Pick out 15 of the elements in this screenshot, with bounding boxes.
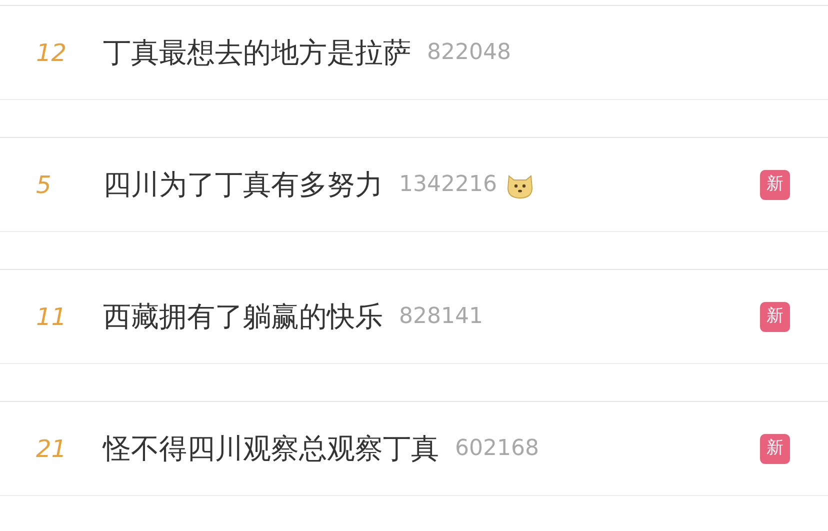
heat-count: 828141 xyxy=(399,303,483,331)
new-badge: 新 xyxy=(760,170,790,200)
topic-title[interactable]: 怪不得四川观察总观察丁真 xyxy=(103,428,439,470)
rank-number: 11 xyxy=(35,302,68,332)
topic-title[interactable]: 丁真最想去的地方是拉萨 xyxy=(103,32,411,74)
heat-count: 1342216 xyxy=(399,171,497,199)
rank-number: 21 xyxy=(35,434,68,464)
topic-title[interactable]: 四川为了丁真有多努力 xyxy=(103,164,383,206)
rank-number: 5 xyxy=(35,170,52,200)
heat-count: 822048 xyxy=(427,39,511,67)
new-badge: 新 xyxy=(760,434,790,464)
heat-count: 602168 xyxy=(455,435,539,463)
rank-number: 12 xyxy=(35,38,68,68)
new-badge: 新 xyxy=(760,302,790,332)
topic-title[interactable]: 西藏拥有了躺赢的快乐 xyxy=(103,296,383,338)
